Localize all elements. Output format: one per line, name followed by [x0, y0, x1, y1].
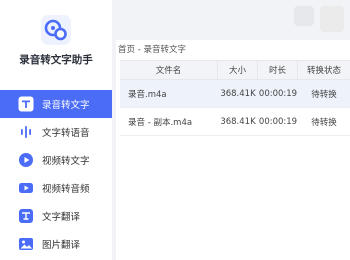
table-row[interactable]: 录音 - 副本.m4a 368.41K 00:00:19 待转换: [120, 108, 350, 136]
file-duration: 00:00:19: [258, 116, 298, 127]
sidebar-item-label: 视频转文字: [42, 156, 90, 167]
table-header: 文件名 大小 时长 转换状态: [120, 60, 350, 80]
column-header-filename[interactable]: 文件名: [120, 61, 218, 79]
sidebar-nav: 录音转文字 文字转语音 视频转文字 视频转音频 文字翻译 图片翻译: [0, 90, 112, 258]
sidebar-item-video-to-audio[interactable]: 视频转音频: [0, 174, 112, 202]
image-icon: [19, 238, 33, 250]
sidebar-item-label: 图片翻译: [42, 240, 81, 251]
file-duration: 00:00:19: [258, 88, 298, 99]
main-area: 首页 - 录音转文字 文件名 大小 时长 转换状态 录音.m4a 368.41K…: [112, 0, 350, 260]
app-title: 录音转文字助手: [19, 54, 93, 66]
sidebar-item-label: 文字转语音: [42, 128, 90, 139]
breadcrumb: 首页 - 录音转文字: [118, 45, 186, 55]
window-control-button[interactable]: [320, 6, 344, 32]
sidebar-item-audio-to-text[interactable]: 录音转文字: [0, 90, 112, 118]
sidebar-item-video-to-text[interactable]: 视频转文字: [0, 146, 112, 174]
sidebar-item-text-to-speech[interactable]: 文字转语音: [0, 118, 112, 146]
top-bar: [112, 0, 350, 40]
convert-status: 待转换: [311, 117, 337, 128]
sidebar-item-label: 录音转文字: [42, 100, 90, 111]
text-t-icon: [18, 96, 34, 112]
convert-status: 待转换: [311, 89, 337, 100]
chat-bubbles-icon: [41, 15, 71, 45]
file-name: 录音.m4a: [128, 89, 167, 100]
table-row[interactable]: 录音.m4a 368.41K 00:00:19 待转换: [120, 80, 350, 108]
file-table: 文件名 大小 时长 转换状态 录音.m4a 368.41K 00:00:19 待…: [120, 60, 350, 136]
column-header-status[interactable]: 转换状态: [298, 61, 350, 79]
file-name: 录音 - 副本.m4a: [128, 117, 193, 128]
content-panel: 首页 - 录音转文字 文件名 大小 时长 转换状态 录音.m4a 368.41K…: [116, 40, 350, 260]
sound-wave-icon: [21, 126, 31, 138]
file-size: 368.41K: [220, 116, 256, 127]
video-play-icon: [19, 153, 33, 167]
file-size: 368.41K: [220, 88, 256, 99]
translate-icon: [19, 209, 33, 223]
sidebar: 录音转文字助手 录音转文字 文字转语音 视频转文字 视频转音频 文字翻译 图片翻…: [0, 0, 112, 260]
sidebar-item-label: 文字翻译: [42, 212, 81, 223]
window-control-button[interactable]: [294, 6, 314, 26]
sidebar-item-text-translate[interactable]: 文字翻译: [0, 202, 112, 230]
column-header-duration[interactable]: 时长: [258, 61, 298, 79]
video-audio-icon: [19, 183, 33, 193]
sidebar-item-label: 视频转音频: [42, 184, 90, 195]
column-header-size[interactable]: 大小: [218, 61, 258, 79]
sidebar-item-image-translate[interactable]: 图片翻译: [0, 230, 112, 258]
